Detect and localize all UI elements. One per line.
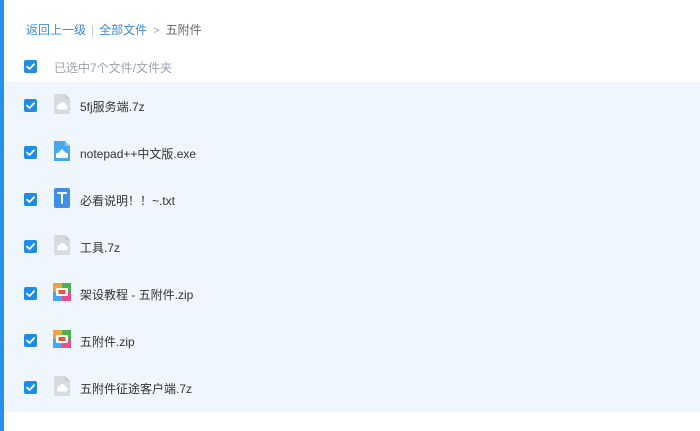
archive-7z-icon [53, 93, 71, 115]
file-name[interactable]: 五附件.zip [80, 333, 135, 350]
file-row[interactable]: 5fj服务端.7z [4, 82, 700, 129]
select-all-row: 已选中7个文件/文件夹 [24, 58, 324, 76]
file-name[interactable]: 工具.7z [80, 239, 120, 256]
file-name[interactable]: 必看说明！！~.txt [80, 192, 175, 209]
file-checkbox[interactable] [24, 381, 37, 394]
select-all-checkbox[interactable] [24, 60, 37, 73]
file-checkbox[interactable] [24, 146, 37, 159]
breadcrumb-arrow-icon: > [153, 25, 160, 37]
zip-icon [53, 281, 71, 303]
breadcrumb: 返回上一级 | 全部文件 > 五附件 [26, 22, 202, 39]
txt-icon [53, 187, 71, 209]
selection-summary: 已选中7个文件/文件夹 [54, 61, 173, 75]
file-name[interactable]: 五附件征途客户端.7z [80, 380, 192, 397]
file-checkbox[interactable] [24, 240, 37, 253]
breadcrumb-separator: | [91, 23, 95, 37]
archive-7z-icon [53, 375, 71, 397]
file-browser: 返回上一级 | 全部文件 > 五附件 已选中7个文件/文件夹 5fj服务端.7z not… [0, 0, 700, 431]
file-row[interactable]: notepad++中文版.exe [4, 129, 700, 176]
file-row[interactable]: 必看说明！！~.txt [4, 176, 700, 223]
all-files-link[interactable]: 全部文件 [99, 23, 147, 37]
file-checkbox[interactable] [24, 193, 37, 206]
file-name[interactable]: 5fj服务端.7z [80, 98, 145, 115]
file-name[interactable]: 架设教程 - 五附件.zip [80, 286, 193, 303]
file-name[interactable]: notepad++中文版.exe [80, 145, 196, 162]
file-list: 5fj服务端.7z notepad++中文版.exe 必看说明！！~.txt 工… [4, 82, 700, 412]
file-checkbox[interactable] [24, 334, 37, 347]
file-row[interactable]: 工具.7z [4, 223, 700, 270]
zip-icon [53, 328, 71, 350]
file-checkbox[interactable] [24, 287, 37, 300]
exe-icon [53, 140, 71, 162]
file-checkbox[interactable] [24, 99, 37, 112]
file-row[interactable]: 架设教程 - 五附件.zip [4, 270, 700, 317]
file-row[interactable]: 五附件.zip [4, 317, 700, 364]
current-folder: 五附件 [165, 23, 202, 37]
file-row[interactable]: 五附件征途客户端.7z [4, 364, 700, 411]
archive-7z-icon [53, 234, 71, 256]
back-link[interactable]: 返回上一级 [26, 23, 86, 37]
